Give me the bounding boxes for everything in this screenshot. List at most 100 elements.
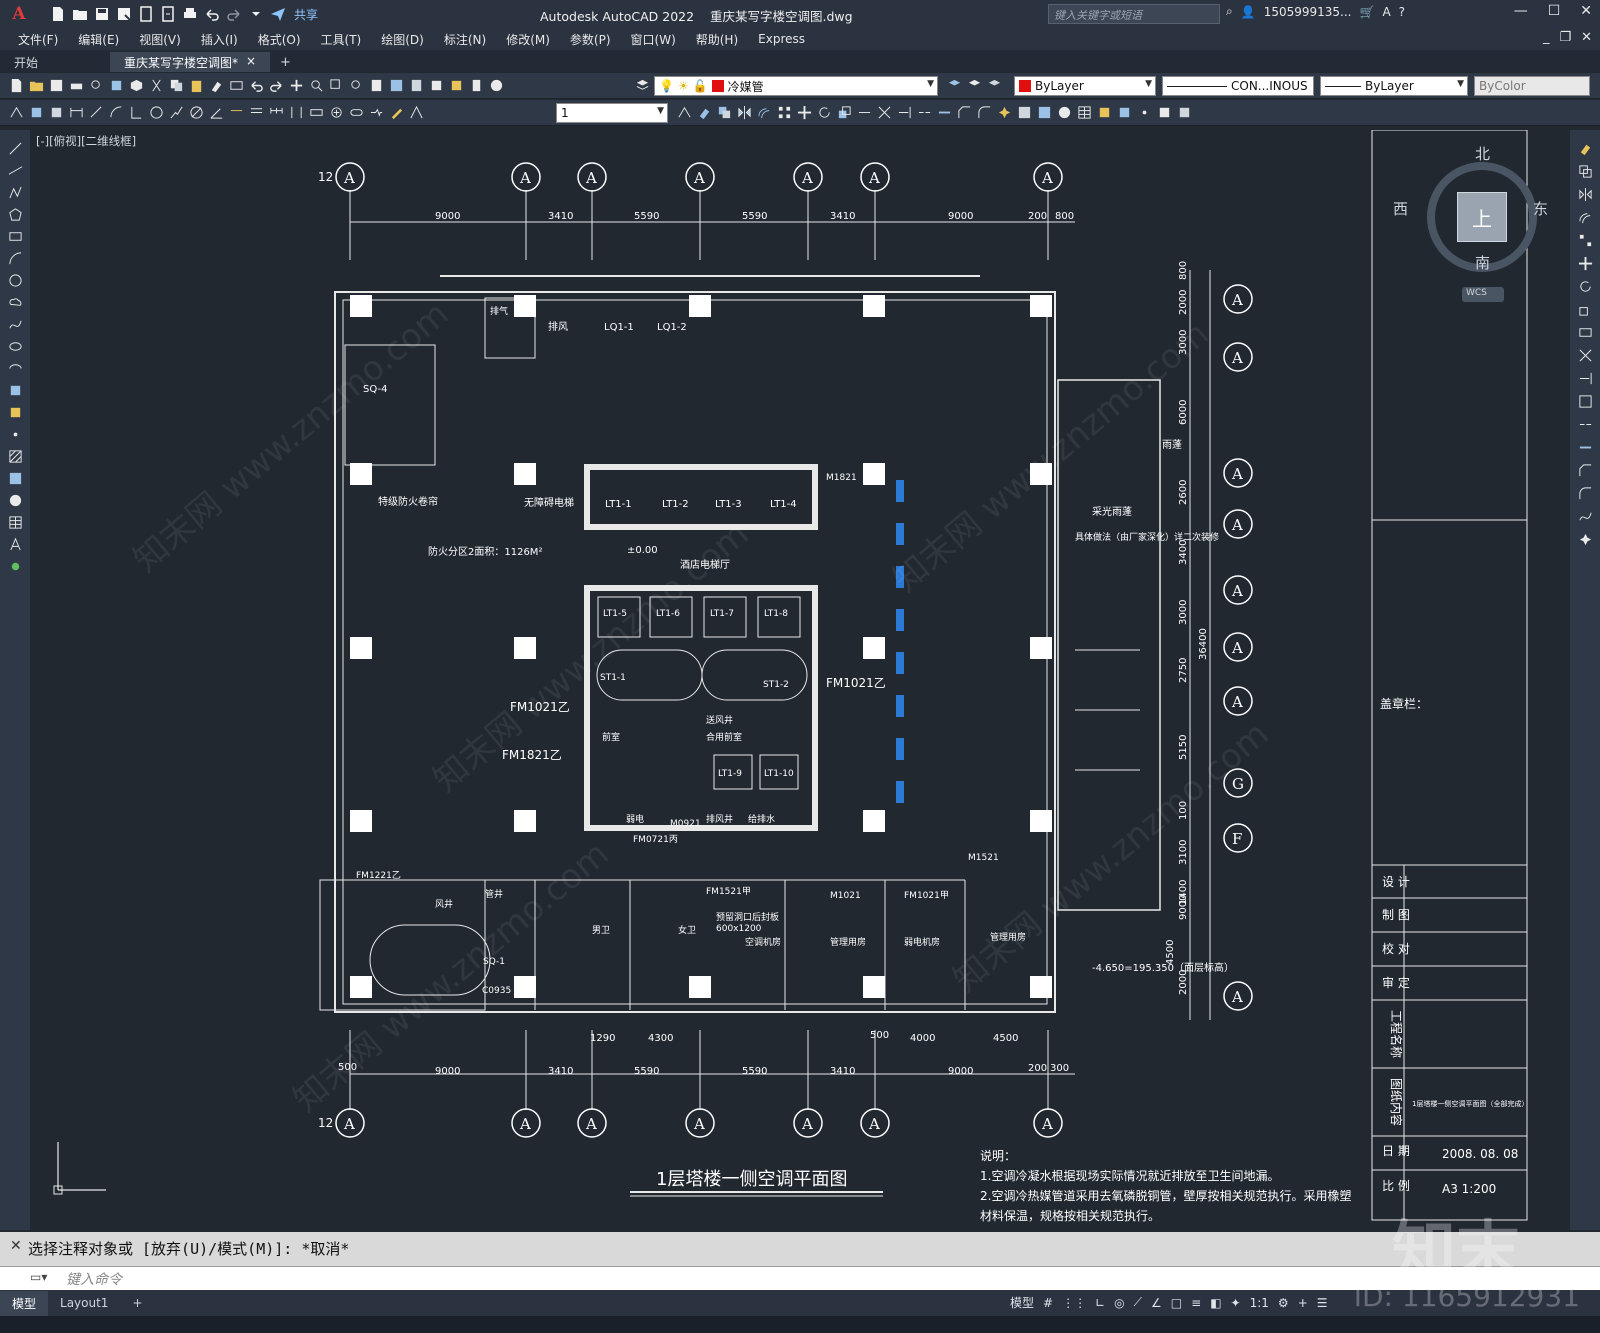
gradient-icon[interactable]	[6, 470, 24, 487]
center-mark-icon[interactable]	[328, 104, 345, 121]
tab-drawing[interactable]: 重庆某写字楼空调图* ×	[110, 52, 270, 72]
menu-edit[interactable]: 编辑(E)	[78, 31, 119, 48]
dim-arc-icon[interactable]	[108, 104, 125, 121]
search-input[interactable]: 键入关键字或短语	[1048, 4, 1220, 24]
trim-icon[interactable]	[876, 104, 893, 121]
polar-tracking-icon[interactable]: ◎	[1114, 1296, 1124, 1310]
minimize-button[interactable]: —	[1514, 3, 1528, 19]
chamfer-icon[interactable]	[956, 104, 973, 121]
help-icon[interactable]	[488, 77, 505, 94]
dim-ordinate-icon[interactable]	[128, 104, 145, 121]
lineweight-toggle-icon[interactable]: ≡	[1191, 1296, 1201, 1310]
explode-icon[interactable]	[1576, 531, 1594, 548]
lineweight-dropdown[interactable]: ByLayer ▼	[1320, 76, 1468, 96]
user-icon[interactable]: 👤	[1241, 5, 1256, 19]
markup-icon[interactable]	[448, 77, 465, 94]
make-block-icon[interactable]	[6, 404, 24, 421]
isodraft-icon[interactable]: ⟋	[1134, 1295, 1142, 1310]
region-icon[interactable]	[1056, 104, 1073, 121]
drawing-area[interactable]: [-][俯视][二维线框] 9000 3410 5590 5590 3410 9…	[30, 130, 1570, 1230]
plotstyle-dropdown[interactable]: ByColor	[1474, 76, 1590, 96]
web-open-icon[interactable]	[136, 4, 156, 24]
pan-icon[interactable]	[288, 77, 305, 94]
doc-close-button[interactable]: ✕	[1581, 30, 1592, 45]
menu-icon[interactable]: ☰	[1317, 1296, 1328, 1310]
fillet-icon[interactable]	[1576, 485, 1594, 502]
region-icon[interactable]	[6, 492, 24, 509]
plot-icon[interactable]	[68, 77, 85, 94]
object-snap-tracking-icon[interactable]: ∠	[1151, 1296, 1162, 1310]
polygon-icon[interactable]	[6, 206, 24, 223]
line-icon[interactable]	[6, 140, 24, 157]
command-close-icon[interactable]: ✕	[10, 1238, 22, 1254]
arc-icon[interactable]	[6, 250, 24, 267]
zoom-window-icon[interactable]	[328, 77, 345, 94]
break-icon[interactable]	[916, 104, 933, 121]
customize-qat-icon[interactable]	[246, 4, 266, 24]
menu-view[interactable]: 视图(V)	[139, 31, 181, 48]
wcs-dropdown[interactable]: WCS	[1462, 287, 1504, 302]
join-icon[interactable]	[936, 104, 953, 121]
viewcube-top-face[interactable]: 上	[1457, 192, 1507, 242]
table-icon[interactable]	[1076, 104, 1093, 121]
share-icon[interactable]	[268, 4, 288, 24]
dim-baseline-icon[interactable]	[248, 104, 265, 121]
save-as-icon[interactable]	[114, 4, 134, 24]
copy-object-icon[interactable]	[1576, 163, 1594, 180]
offset-icon[interactable]	[756, 104, 773, 121]
workspace-gear-icon[interactable]: ⚙	[1278, 1296, 1289, 1310]
menu-express[interactable]: Express	[758, 32, 805, 46]
scale-icon[interactable]	[836, 104, 853, 121]
ellipse-icon[interactable]	[6, 338, 24, 355]
menu-dimension[interactable]: 标注(N)	[444, 31, 486, 48]
ortho-icon[interactable]: ∟	[1095, 1296, 1105, 1310]
new-file-icon[interactable]	[48, 4, 68, 24]
add-layout-button[interactable]: +	[120, 1292, 154, 1314]
publish-icon[interactable]	[108, 77, 125, 94]
customize-icon[interactable]: +	[1298, 1296, 1308, 1310]
grid-icon[interactable]: #	[1043, 1296, 1053, 1310]
explode-icon[interactable]	[996, 104, 1013, 121]
autocad-logo-icon[interactable]: A	[6, 1, 32, 27]
new-icon[interactable]	[8, 77, 25, 94]
calculator-icon[interactable]	[468, 77, 485, 94]
doc-minimize-button[interactable]: _	[1543, 30, 1550, 45]
text-icon[interactable]	[6, 536, 24, 553]
close-button[interactable]: ✕	[1580, 3, 1592, 19]
circle-icon[interactable]	[6, 272, 24, 289]
cut-icon[interactable]	[148, 77, 165, 94]
dim-diameter-icon[interactable]	[188, 104, 205, 121]
cart-icon[interactable]: 🛒	[1359, 5, 1374, 19]
save-icon[interactable]	[48, 77, 65, 94]
revision-cloud-icon[interactable]	[6, 294, 24, 311]
dim-update-icon[interactable]	[8, 104, 25, 121]
doc-restore-button[interactable]: ❐	[1559, 30, 1571, 45]
layer-properties-icon[interactable]	[634, 77, 651, 94]
zoom-realtime-icon[interactable]	[308, 77, 325, 94]
sheet-set-icon[interactable]	[428, 77, 445, 94]
polyline-icon[interactable]	[6, 184, 24, 201]
extend-icon[interactable]	[1576, 370, 1594, 387]
table-icon[interactable]	[6, 514, 24, 531]
hatch-icon[interactable]	[6, 448, 24, 465]
tolerance-icon[interactable]	[308, 104, 325, 121]
viewcube-north[interactable]: 北	[1475, 143, 1490, 164]
tool-palettes-icon[interactable]	[408, 77, 425, 94]
share-button[interactable]: 共享	[294, 6, 318, 23]
break-icon[interactable]	[1576, 416, 1594, 433]
extend-icon[interactable]	[896, 104, 913, 121]
mtext-icon[interactable]	[1156, 104, 1173, 121]
insert-block-icon[interactable]	[1096, 104, 1113, 121]
move-icon[interactable]	[1576, 255, 1594, 272]
viewcube-east[interactable]: 东	[1533, 198, 1548, 219]
spline-icon[interactable]	[6, 316, 24, 333]
break-at-point-icon[interactable]	[1576, 393, 1594, 410]
tab-model[interactable]: 模型	[0, 1290, 49, 1316]
dim-scale-dropdown[interactable]: 1 ▼	[556, 103, 668, 123]
construction-line-icon[interactable]	[6, 162, 24, 179]
chamfer-icon[interactable]	[1576, 462, 1594, 479]
command-prompt-icon[interactable]: ▭▾	[30, 1270, 54, 1286]
menu-format[interactable]: 格式(O)	[258, 31, 301, 48]
snap-icon[interactable]: ⋮⋮	[1062, 1296, 1086, 1310]
rotate-icon[interactable]	[816, 104, 833, 121]
